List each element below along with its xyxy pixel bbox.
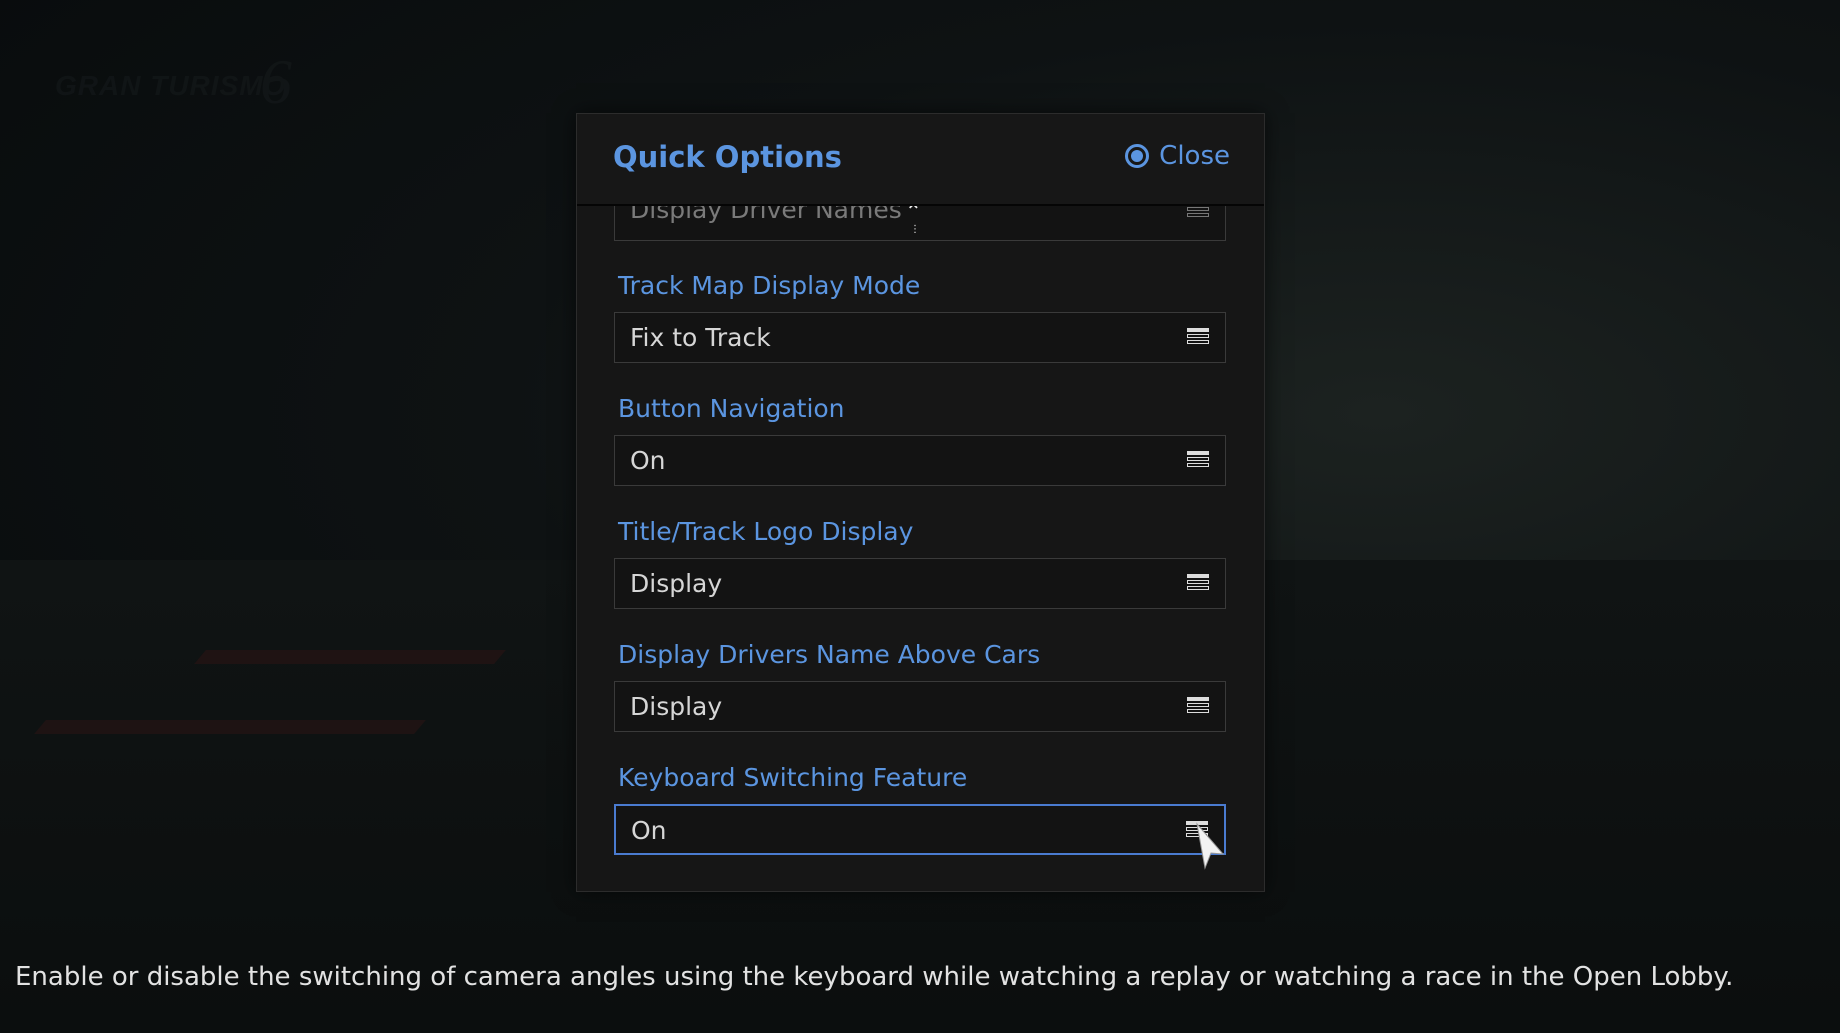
menu-icon xyxy=(1187,206,1209,221)
option-field-keyboard-switching[interactable]: On xyxy=(614,804,1226,855)
option-label: Track Map Display Mode xyxy=(618,271,921,300)
circle-button-icon xyxy=(1125,144,1150,168)
logo-number: 6 xyxy=(260,46,292,117)
field-value: On xyxy=(631,816,667,845)
dialog-header: Quick Options Close xyxy=(577,114,1264,206)
option-label: Button Navigation xyxy=(618,394,845,423)
option-field-button-navigation[interactable]: On xyxy=(614,435,1226,486)
close-label: Close xyxy=(1159,141,1230,171)
close-button[interactable]: Close xyxy=(1125,141,1230,171)
menu-icon xyxy=(1187,574,1209,594)
mouse-cursor-icon xyxy=(1196,822,1225,870)
option-description: Enable or disable the switching of camer… xyxy=(15,962,1734,992)
dialog-title: Quick Options xyxy=(613,140,842,174)
option-field-logo-display[interactable]: Display xyxy=(614,558,1226,609)
background-curb xyxy=(194,650,506,664)
option-label: Display Drivers Name Above Cars xyxy=(618,640,1041,669)
option-label: Title/Track Logo Display xyxy=(618,517,914,546)
scroll-up-icon[interactable]: ⌃ ⋮ xyxy=(905,206,922,241)
options-list[interactable]: Display Driver Names ⌃ ⋮ Track Map Displa… xyxy=(577,206,1264,891)
field-value: Display Driver Names xyxy=(630,206,902,224)
field-value: Display xyxy=(630,692,723,721)
logo-text: GRAN TURISMO xyxy=(55,70,287,101)
menu-icon xyxy=(1187,328,1209,348)
quick-options-dialog: Quick Options Close Display Driver Names… xyxy=(576,113,1265,892)
option-field-driver-names-above-cars[interactable]: Display xyxy=(614,681,1226,732)
field-value: Fix to Track xyxy=(630,323,771,352)
menu-icon xyxy=(1187,451,1209,471)
option-field-track-map[interactable]: Fix to Track xyxy=(614,312,1226,363)
option-field-display-driver-names[interactable]: Display Driver Names ⌃ ⋮ xyxy=(614,206,1226,241)
option-label: Keyboard Switching Feature xyxy=(618,763,968,792)
background-curb xyxy=(34,720,426,734)
field-value: On xyxy=(630,446,666,475)
game-logo: GRAN TURISMO 6 xyxy=(55,40,315,120)
field-value: Display xyxy=(630,569,723,598)
menu-icon xyxy=(1187,697,1209,717)
